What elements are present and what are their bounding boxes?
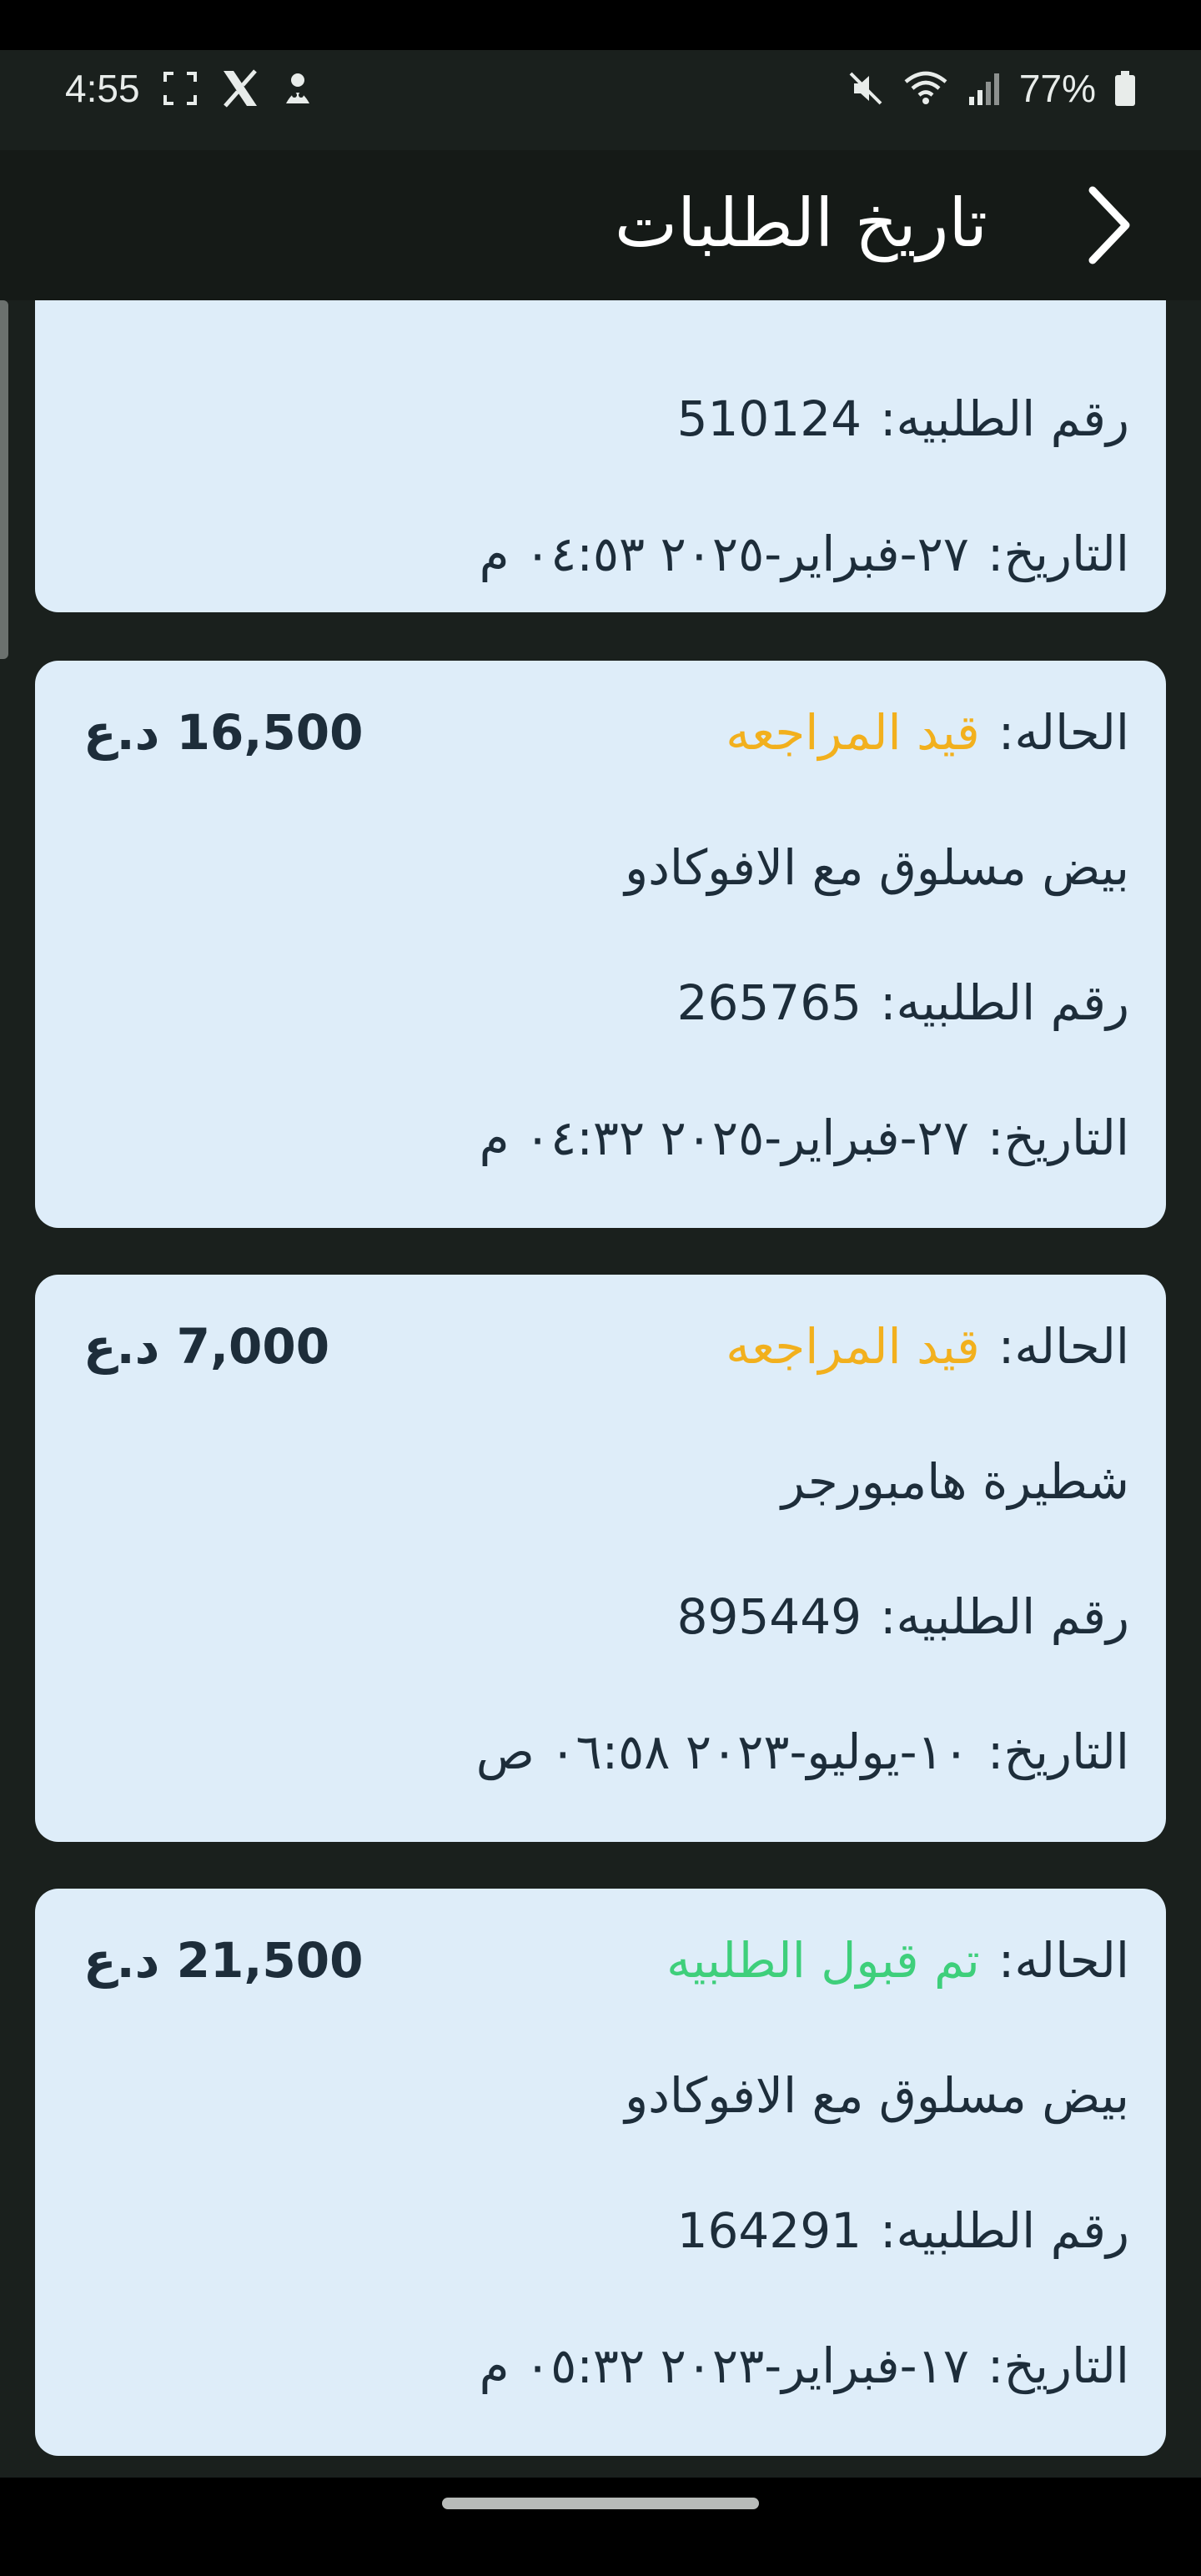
order-number-row: رقم الطلبيه: 510124 bbox=[677, 385, 1129, 452]
item-name: بيض مسلوق مع الافوكادو bbox=[625, 839, 1129, 896]
chevron-right-icon bbox=[1088, 186, 1130, 264]
order-number-value: 265765 bbox=[676, 974, 862, 1031]
status-bar-left: 4:55 bbox=[65, 62, 314, 115]
order-price: 16,500 د.ع bbox=[83, 704, 364, 761]
screen: 4:55 77% تاريخ الطلبات رقم الطلبيه: 5101… bbox=[0, 0, 1201, 2576]
battery-percent: 77% bbox=[1018, 67, 1096, 110]
mascot-icon bbox=[282, 70, 314, 107]
status-row: الحاله: قيد المراجعه bbox=[726, 1313, 1129, 1380]
item-name: شطيرة هامبورجر bbox=[781, 1453, 1129, 1510]
page-title: تاريخ الطلبات bbox=[614, 184, 987, 262]
order-number-label: رقم الطلبيه: bbox=[880, 1588, 1129, 1645]
date-row: التاريخ: ١٠-يوليو-٢٠٢٣ ٠٦:٥٨ ص bbox=[476, 1718, 1129, 1785]
order-number-row: رقم الطلبيه: 265765 bbox=[677, 969, 1129, 1036]
orders-list[interactable]: رقم الطلبيه: 510124 التاريخ: ٢٧-فبراير-٢… bbox=[35, 300, 1166, 2469]
mute-icon bbox=[847, 70, 884, 107]
status-value: قيد المراجعه bbox=[726, 704, 980, 761]
battery-icon bbox=[1114, 70, 1136, 107]
order-number-label: رقم الطلبيه: bbox=[880, 390, 1129, 447]
date-row: التاريخ: ٢٧-فبراير-٢٠٢٥ ٠٤:٥٣ م bbox=[480, 521, 1129, 587]
order-card[interactable]: رقم الطلبيه: 510124 التاريخ: ٢٧-فبراير-٢… bbox=[35, 300, 1166, 612]
date-row: التاريخ: ١٧-فبراير-٢٠٢٣ ٠٥:٣٢ م bbox=[480, 2332, 1129, 2399]
order-price: 7,000 د.ع bbox=[83, 1318, 330, 1375]
signal-icon bbox=[967, 70, 1001, 107]
scrollbar-thumb[interactable] bbox=[0, 300, 8, 659]
order-number-value: 164291 bbox=[676, 2202, 862, 2259]
date-label: التاريخ: bbox=[987, 526, 1129, 582]
status-bar-right: 77% bbox=[847, 62, 1136, 115]
navigation-bar bbox=[0, 2478, 1201, 2576]
order-card[interactable]: الحاله: قيد المراجعه 7,000 د.ع شطيرة هام… bbox=[35, 1275, 1166, 1842]
status-label: الحاله: bbox=[997, 1932, 1129, 1989]
order-number-value: 895449 bbox=[676, 1588, 862, 1645]
status-value: قيد المراجعه bbox=[726, 1318, 980, 1375]
order-card[interactable]: الحاله: تم قبول الطلبيه 21,500 د.ع بيض م… bbox=[35, 1889, 1166, 2456]
screenshot-frame-icon bbox=[162, 70, 198, 107]
status-row: الحاله: قيد المراجعه bbox=[726, 699, 1129, 766]
status-row: الحاله: تم قبول الطلبيه bbox=[666, 1927, 1129, 1994]
order-number-value: 510124 bbox=[676, 390, 862, 447]
date-value: ١٠-يوليو-٢٠٢٣ ٠٦:٥٨ ص bbox=[475, 1723, 969, 1780]
date-value: ٢٧-فبراير-٢٠٢٥ ٠٤:٣٢ م bbox=[479, 1109, 969, 1166]
order-number-row: رقم الطلبيه: 895449 bbox=[677, 1583, 1129, 1650]
date-value: ١٧-فبراير-٢٠٢٣ ٠٥:٣٢ م bbox=[479, 2337, 969, 2394]
item-name: بيض مسلوق مع الافوكادو bbox=[625, 2067, 1129, 2124]
date-label: التاريخ: bbox=[987, 1723, 1129, 1780]
home-gesture-handle[interactable] bbox=[442, 2498, 759, 2509]
status-label: الحاله: bbox=[997, 1318, 1129, 1375]
status-label: الحاله: bbox=[997, 704, 1129, 761]
order-price: 21,500 د.ع bbox=[83, 1932, 364, 1989]
order-number-row: رقم الطلبيه: 164291 bbox=[677, 2197, 1129, 2264]
order-card[interactable]: الحاله: قيد المراجعه 16,500 د.ع بيض مسلو… bbox=[35, 661, 1166, 1228]
wifi-icon bbox=[902, 70, 949, 107]
status-time: 4:55 bbox=[65, 67, 140, 110]
order-number-label: رقم الطلبيه: bbox=[880, 2202, 1129, 2259]
date-label: التاريخ: bbox=[987, 2337, 1129, 2394]
date-value: ٢٧-فبراير-٢٠٢٥ ٠٤:٥٣ م bbox=[479, 526, 969, 582]
date-label: التاريخ: bbox=[987, 1109, 1129, 1166]
x-logo-icon bbox=[220, 69, 260, 108]
app-bar: تاريخ الطلبات bbox=[0, 150, 1201, 300]
order-number-label: رقم الطلبيه: bbox=[880, 974, 1129, 1031]
back-button[interactable] bbox=[1068, 184, 1151, 267]
date-row: التاريخ: ٢٧-فبراير-٢٠٢٥ ٠٤:٣٢ م bbox=[480, 1104, 1129, 1171]
status-value: تم قبول الطلبيه bbox=[666, 1932, 980, 1989]
